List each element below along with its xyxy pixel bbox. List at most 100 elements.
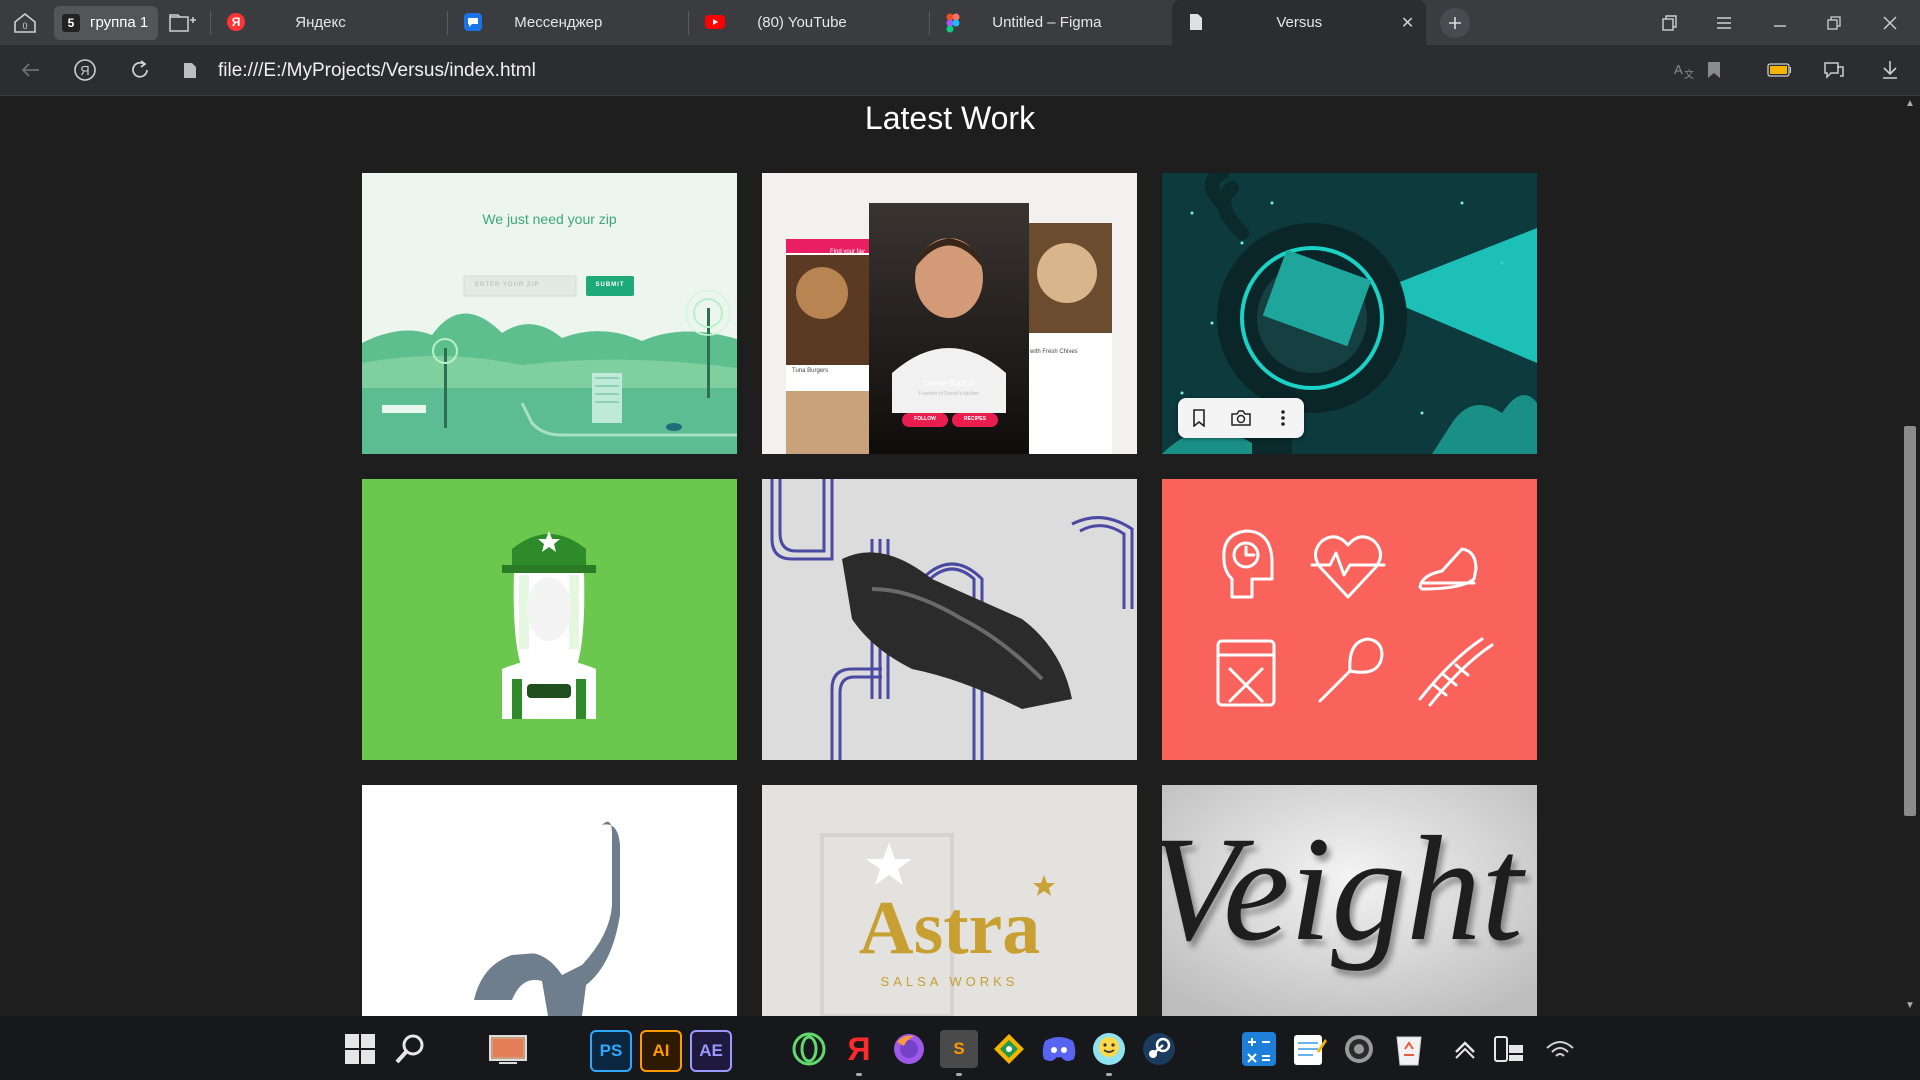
after-effects-label: AE (699, 1041, 723, 1060)
youtube-icon (705, 13, 726, 31)
gitkraken-icon[interactable] (990, 1030, 1028, 1068)
search-icon[interactable] (391, 1030, 429, 1068)
close-tab-icon[interactable]: ✕ (1401, 13, 1414, 33)
chef-name: Daniel Boulud (924, 379, 974, 388)
camera-search-icon[interactable] (1227, 404, 1255, 432)
portfolio-card-weight[interactable]: Veight (1162, 785, 1537, 1016)
scroll-down-icon[interactable]: ▼ (1904, 1000, 1916, 1012)
url-field[interactable]: file:///E:/MyProjects/Versus/index.html (218, 60, 536, 82)
chef-subtitle: Founder of Daniel's kitchen (918, 391, 980, 397)
page-viewport: Latest Work We just need your zip ENTER … (0, 96, 1920, 1016)
firefox-icon[interactable] (890, 1030, 928, 1068)
tab-label: Versus (1276, 14, 1323, 31)
tab-figma[interactable]: Untitled – Figma (930, 0, 1170, 45)
tab-label: (80) YouTube (757, 14, 847, 31)
new-tab-icon[interactable] (1440, 7, 1471, 38)
tab-label: Яндекс (295, 14, 346, 31)
health-icons-grid (1162, 479, 1537, 760)
portfolio-card-octopus[interactable] (1162, 173, 1537, 454)
tab-label: Мессенджер (514, 14, 603, 31)
follow-button: FOLLOW (914, 416, 936, 422)
portfolio-card-hat-character[interactable] (362, 479, 737, 760)
astra-title: Astra (858, 886, 1041, 970)
portfolio-card-health-icons[interactable] (1162, 479, 1537, 760)
tab-yandex[interactable]: Я Яндекс (211, 0, 447, 45)
menu-icon[interactable] (1706, 0, 1742, 45)
yandex-icon: Я (227, 13, 246, 31)
calculator-icon[interactable] (1240, 1030, 1278, 1068)
restore-icon[interactable] (1816, 0, 1852, 45)
svg-text:Я: Я (232, 15, 241, 29)
chef-app-header: Find your fav (830, 249, 865, 255)
messenger-app-icon[interactable] (1090, 1030, 1128, 1076)
svg-text:Я: Я (80, 63, 89, 78)
tab-youtube[interactable]: (80) YouTube (689, 0, 929, 45)
zip-submit-button: SUBMIT (595, 282, 625, 288)
recipes-button: RECIPES (964, 416, 986, 422)
yandex-browser-icon[interactable]: Я (840, 1030, 878, 1076)
photoshop-label: PS (599, 1041, 623, 1060)
hat-character-illustration (362, 479, 737, 760)
download-icon[interactable] (1878, 58, 1902, 82)
portfolio-card-zip-landing[interactable]: We just need your zip ENTER YOUR ZIP SUB… (362, 173, 737, 454)
scroll-up-icon[interactable]: ▲ (1904, 98, 1916, 110)
translate-icon[interactable]: A文 (1672, 58, 1696, 82)
photoshop-icon[interactable]: PS (590, 1030, 632, 1072)
scroll-thumb[interactable] (1904, 426, 1916, 816)
tab-label: Untitled – Figma (992, 14, 1102, 31)
collections-icon[interactable] (1652, 0, 1688, 45)
figma-icon (946, 13, 964, 33)
portfolio-card-chef-app[interactable]: Find your fav Daniel Boulud Founder of D… (762, 173, 1137, 454)
home-icon[interactable]: 0 (8, 8, 42, 38)
tab-group-count: 5 (62, 13, 80, 32)
portfolio-card-astra[interactable]: Astra SALSA WORKS (762, 785, 1137, 1016)
sublime-text-icon[interactable]: S (940, 1030, 978, 1076)
tab-group-label: группа 1 (90, 14, 149, 31)
elephant-logo (362, 785, 737, 1016)
right-recipe-caption: with Fresh Chives (1030, 349, 1078, 355)
recycle-bin-icon[interactable] (1390, 1030, 1428, 1068)
portfolio-card-handshake[interactable] (762, 479, 1137, 760)
new-tab-group-icon[interactable] (164, 8, 200, 38)
zip-input-placeholder: ENTER YOUR ZIP (475, 282, 540, 288)
close-window-icon[interactable] (1872, 0, 1908, 45)
network-device-icon[interactable] (1490, 1030, 1528, 1068)
back-arrow-icon[interactable] (18, 58, 42, 82)
file-protocol-icon[interactable] (178, 58, 202, 82)
minimize-icon[interactable] (1762, 0, 1798, 45)
weight-title: Veight (1162, 806, 1523, 972)
tab-versus[interactable]: Versus ✕ (1172, 0, 1427, 45)
address-bar: Я file:///E:/MyProjects/Versus/index.htm… (0, 45, 1920, 96)
discord-icon[interactable] (1040, 1030, 1078, 1068)
page-scrollbar[interactable]: ▲ ▼ (1900, 96, 1920, 1016)
astra-subtitle: SALSA WORKS (880, 974, 1019, 989)
reading-list-icon[interactable] (1822, 58, 1846, 82)
illustrator-icon[interactable]: AI (640, 1030, 682, 1072)
battery-saver-icon[interactable] (1767, 58, 1791, 82)
show-hidden-icons-icon[interactable] (1446, 1030, 1484, 1068)
tab-messenger[interactable]: Мессенджер (448, 0, 688, 45)
bookmark-image-icon[interactable] (1185, 404, 1213, 432)
zip-landing-title: We just need your zip (482, 211, 617, 227)
reload-icon[interactable] (128, 58, 152, 82)
desktop-icon[interactable] (489, 1030, 527, 1068)
wifi-icon[interactable] (1541, 1030, 1579, 1068)
illustrator-label: AI (652, 1041, 670, 1060)
chef-app-mockup (762, 173, 1137, 454)
more-options-icon[interactable] (1269, 404, 1297, 432)
messenger-icon (464, 13, 483, 31)
opera-gx-icon[interactable] (790, 1030, 828, 1068)
settings-gear-icon[interactable] (1340, 1030, 1378, 1068)
yandex-button-icon[interactable]: Я (73, 58, 97, 82)
portfolio-card-elephant[interactable] (362, 785, 737, 1016)
svg-text:文: 文 (1684, 68, 1694, 80)
steam-icon[interactable] (1140, 1030, 1178, 1068)
taskbar: PS AI AE Я S (0, 1016, 1920, 1080)
handshake-illustration (762, 479, 1137, 760)
notepad-icon[interactable] (1290, 1030, 1328, 1068)
tab-group-button[interactable]: 5 группа 1 (54, 5, 159, 40)
start-icon[interactable] (341, 1030, 379, 1068)
sublime-label: S (953, 1039, 965, 1058)
bookmark-icon[interactable] (1702, 58, 1726, 82)
after-effects-icon[interactable]: AE (690, 1030, 732, 1072)
